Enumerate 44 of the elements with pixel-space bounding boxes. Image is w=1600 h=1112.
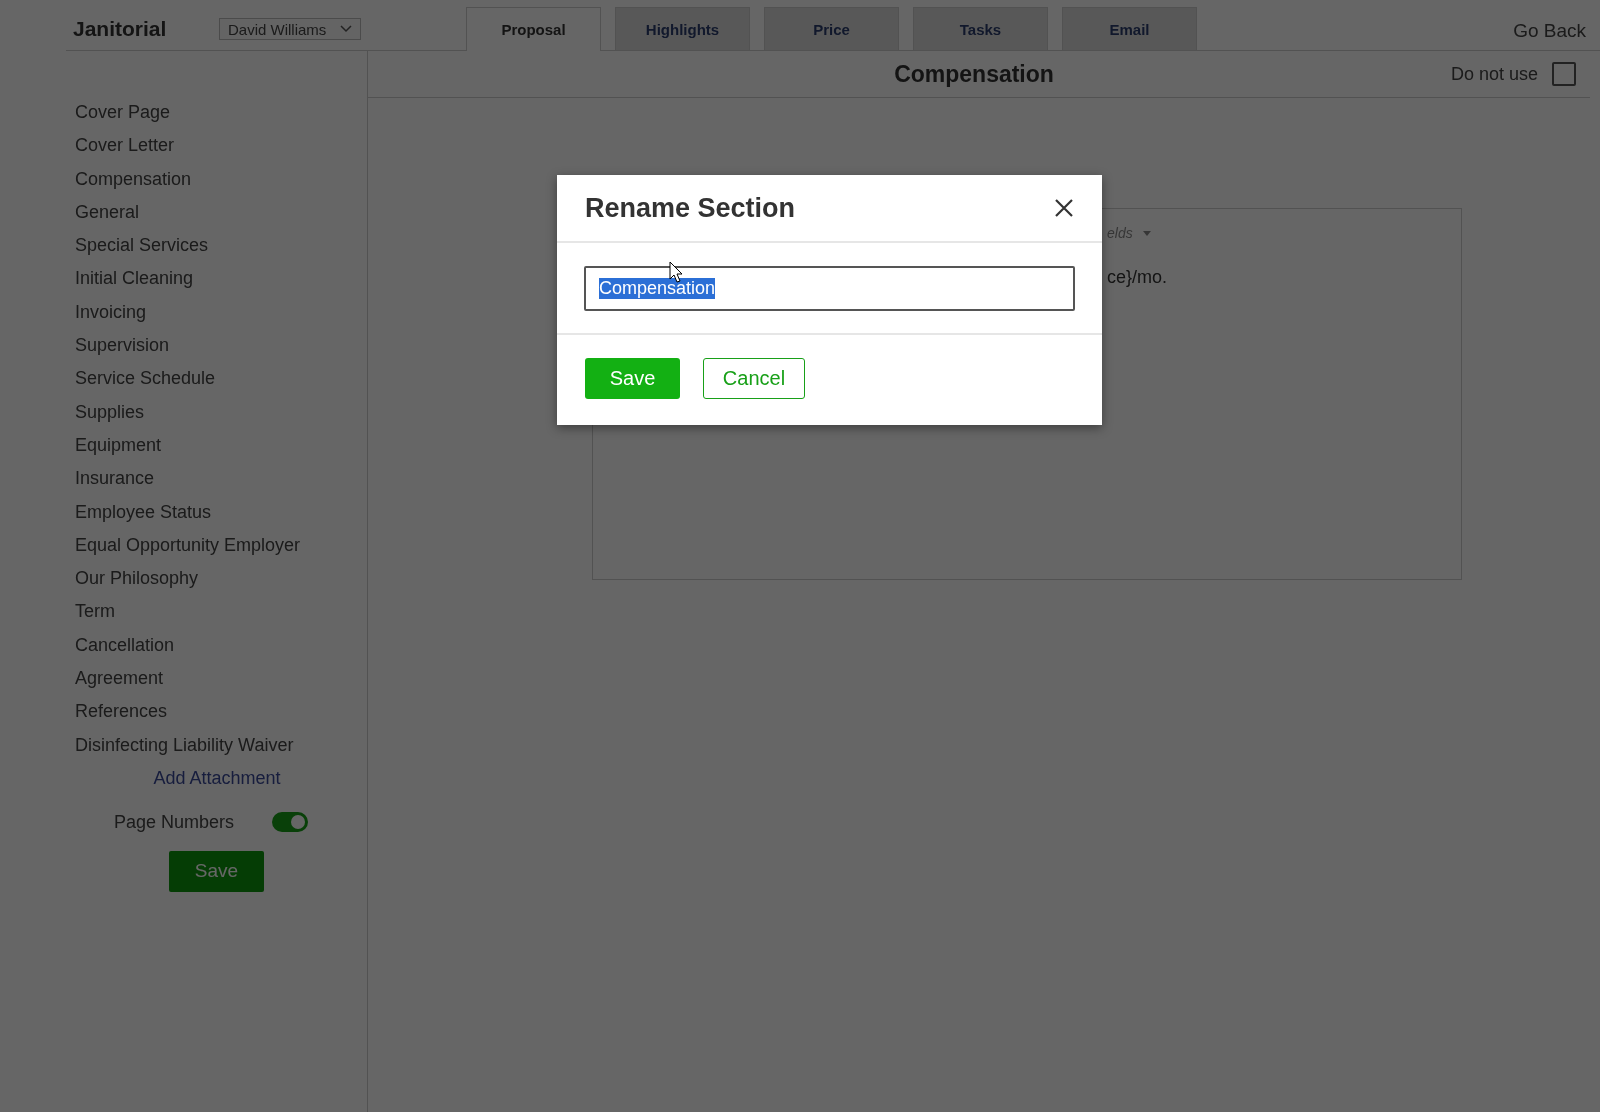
do-not-use-label: Do not use <box>1450 63 1538 85</box>
dialog-title: Rename Section <box>585 192 796 224</box>
sidebar-item[interactable]: Equal Opportunity Employer <box>67 528 357 563</box>
sidebar-item[interactable]: Term <box>67 595 357 629</box>
sidebar-item[interactable]: Invoicing <box>67 295 357 330</box>
sidebar-item[interactable]: Equipment <box>67 428 357 463</box>
sidebar-item[interactable]: Employee Status <box>67 495 357 529</box>
go-back-link[interactable]: Go Back <box>1513 20 1586 42</box>
sidebar-item[interactable]: General <box>67 195 357 230</box>
mouse-pointer-icon <box>669 261 683 283</box>
tab[interactable]: Proposal <box>466 7 601 51</box>
add-attachment-link[interactable]: Add Attachment <box>153 761 281 794</box>
cancel-button[interactable]: Cancel <box>703 358 805 399</box>
sidebar-item[interactable]: Cancellation <box>67 628 357 663</box>
close-icon[interactable] <box>1054 198 1074 218</box>
sidebar-item[interactable]: Initial Cleaning <box>67 262 357 296</box>
save-button[interactable]: Save <box>585 358 680 399</box>
sidebar-item[interactable]: Service Schedule <box>67 362 357 396</box>
user-dropdown[interactable]: David Williams <box>219 18 362 40</box>
sidebar-item[interactable]: Cover Letter <box>67 129 357 163</box>
sidebar-item[interactable]: Special Services <box>67 229 357 263</box>
do-not-use-checkbox[interactable] <box>1552 62 1576 86</box>
tab[interactable]: Price <box>764 7 899 50</box>
caret-icon[interactable] <box>1142 230 1151 236</box>
sidebar-item[interactable]: Insurance <box>67 462 357 496</box>
page-numbers-label: Page Numbers <box>114 811 235 833</box>
sidebar-item[interactable]: Compensation <box>67 162 357 196</box>
section-title: Compensation <box>894 60 1054 88</box>
section-name-field[interactable]: Compensation <box>584 265 1075 311</box>
sidebar-item[interactable]: Supplies <box>67 395 357 429</box>
sidebar-item[interactable]: Agreement <box>67 662 357 696</box>
sidebar-item[interactable]: Disinfecting Liability Waiver <box>67 728 357 762</box>
tab[interactable]: Tasks <box>913 7 1048 50</box>
sidebar-item[interactable]: Our Philosophy <box>67 562 357 596</box>
sidebar-item[interactable]: Supervision <box>67 329 357 363</box>
sidebar-item[interactable]: Cover Page <box>67 96 357 130</box>
tab[interactable]: Highlights <box>615 7 750 50</box>
tab[interactable]: Email <box>1062 7 1197 50</box>
page-numbers-toggle[interactable] <box>272 812 309 833</box>
chevron-down-icon <box>340 25 353 33</box>
sidebar-item[interactable]: References <box>67 695 357 729</box>
app-title: Janitorial <box>73 17 168 41</box>
editor-text: ce}/mo. <box>1107 267 1168 287</box>
save-button[interactable]: Save <box>169 850 264 892</box>
